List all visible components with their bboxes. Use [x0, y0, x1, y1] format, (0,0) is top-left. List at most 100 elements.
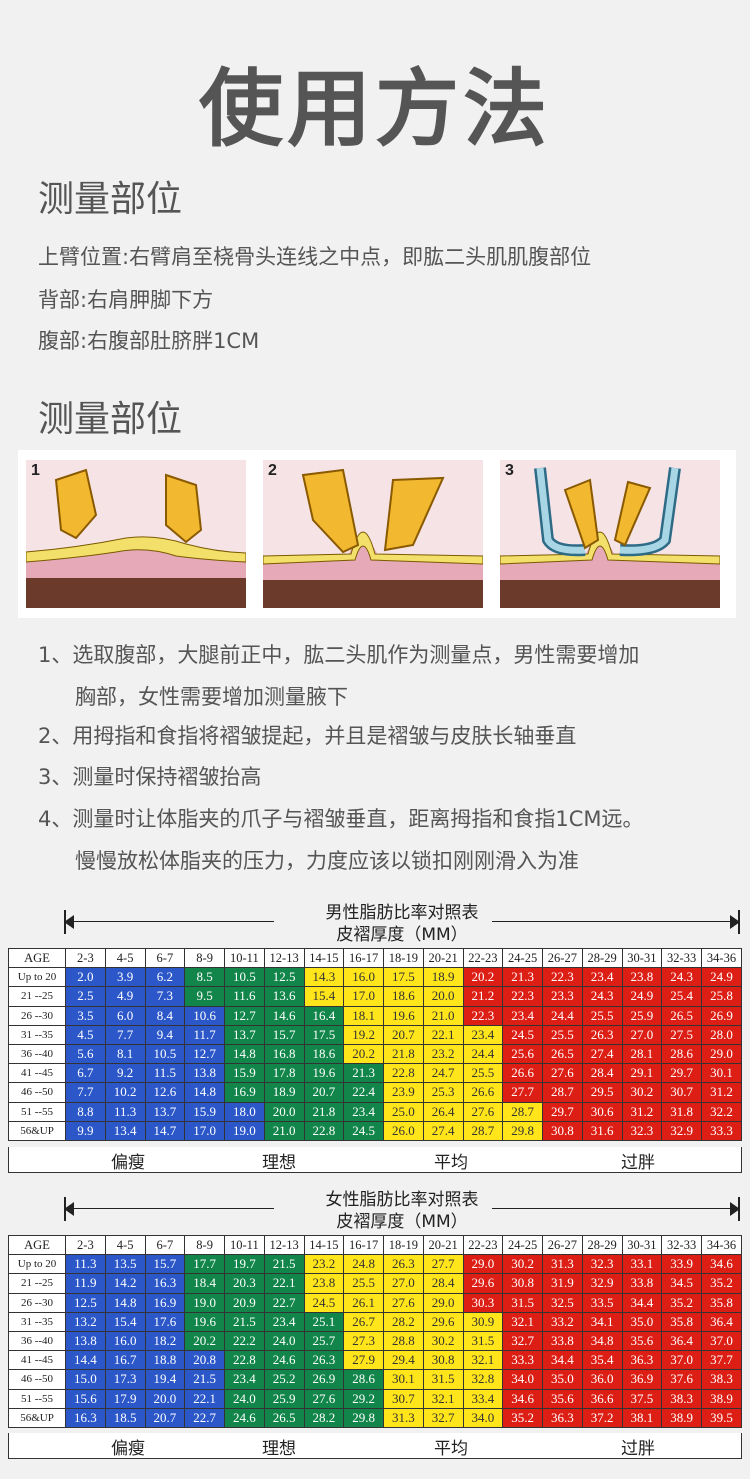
- body-fat-cell: 8.5: [184, 967, 225, 988]
- body-fat-cell: 12.6: [144, 1082, 186, 1103]
- body-fat-cell: 28.8: [383, 1330, 424, 1352]
- body-fat-cell: 32.1: [502, 1311, 543, 1332]
- body-fat-cell: 24.0: [263, 1330, 305, 1352]
- body-fat-cell: 33.3: [502, 1350, 543, 1371]
- body-fat-cell: 27.0: [621, 1024, 663, 1045]
- body-fat-cell: 34.4: [542, 1350, 583, 1371]
- table-row: 46 --50 7.7 10.2 12.6 14.8 16.9 18.9 20.7 22.4 23…: [8, 1082, 742, 1103]
- step-number-label: 2: [268, 462, 277, 479]
- body-fat-cell: 7.3: [144, 986, 186, 1007]
- male-header-row: AGE 2-3 4-5 6-7 8-9 10-11 12-13 14-15 16-17 18-19…: [8, 947, 742, 969]
- body-fat-cell: 30.8: [502, 1273, 543, 1294]
- category-label: 偏瘦: [111, 1153, 145, 1173]
- body-fat-cell: 11.3: [65, 1254, 106, 1275]
- body-fat-cell: 26.5: [542, 1043, 583, 1065]
- body-fat-cell: 16.3: [144, 1273, 186, 1294]
- body-fat-cell: 5.6: [65, 1043, 106, 1065]
- body-fat-cell: 21.5: [224, 1311, 265, 1332]
- skinfold-column-header: 34-36: [701, 947, 742, 969]
- body-fat-cell: 32.3: [581, 1254, 623, 1275]
- age-range-cell: 36 --40: [8, 1330, 66, 1352]
- body-fat-cell: 36.0: [581, 1369, 623, 1390]
- body-fat-cell: 37.0: [661, 1350, 702, 1371]
- body-fat-cell: 22.1: [184, 1388, 225, 1409]
- body-fat-cell: 33.8: [621, 1273, 663, 1294]
- body-fat-cell: 26.0: [383, 1120, 424, 1141]
- body-fat-cell: 25.3: [422, 1082, 464, 1103]
- body-fat-cell: 22.4: [343, 1082, 384, 1103]
- body-fat-cell: 36.6: [581, 1388, 623, 1409]
- skinfold-column-header: 4-5: [104, 1234, 146, 1256]
- body-fat-cell: 34.6: [502, 1388, 543, 1409]
- body-fat-cell: 3.9: [104, 967, 146, 988]
- body-fat-cell: 13.2: [65, 1311, 106, 1332]
- category-label: 过胖: [621, 1439, 655, 1459]
- table-row: 51 --55 8.8 11.3 13.7 15.9 18.0 20.0 21.8 23.4 25…: [8, 1101, 742, 1122]
- body-fat-cell: 33.2: [542, 1311, 583, 1332]
- body-fat-cell: 35.8: [701, 1292, 742, 1313]
- age-range-cell: 31 --35: [8, 1311, 66, 1332]
- step-1-line-1: 1、选取腹部，大腿前正中，肱二头肌作为测量点，男性需要增加: [38, 643, 640, 667]
- body-fat-cell: 16.4: [303, 1005, 345, 1026]
- skinfold-column-header: 30-31: [621, 947, 663, 969]
- body-fat-cell: 33.5: [581, 1292, 623, 1313]
- body-fat-cell: 23.8: [303, 1273, 345, 1294]
- body-fat-cell: 30.6: [581, 1101, 623, 1122]
- body-fat-cell: 39.5: [701, 1407, 742, 1428]
- step-number-label: 1: [31, 462, 40, 479]
- age-range-cell: 46 --50: [8, 1369, 66, 1390]
- skinfold-column-header: 8-9: [184, 1234, 225, 1256]
- body-fat-cell: 20.0: [263, 1101, 305, 1122]
- body-fat-cell: 30.8: [422, 1350, 464, 1371]
- body-fat-cell: 24.7: [422, 1063, 464, 1084]
- category-label: 理想: [262, 1439, 296, 1459]
- age-range-cell: 21 --25: [8, 986, 66, 1007]
- body-fat-cell: 20.7: [383, 1024, 424, 1045]
- body-fat-cell: 20.9: [224, 1292, 265, 1313]
- body-fat-cell: 10.5: [224, 967, 265, 988]
- body-fat-cell: 26.5: [263, 1407, 305, 1428]
- section-heading-measure-method: 测量部位: [38, 399, 183, 440]
- body-fat-cell: 32.9: [661, 1120, 702, 1141]
- body-fat-cell: 14.8: [184, 1082, 225, 1103]
- female-table-subtitle: 皮褶厚度（MM）: [336, 1212, 468, 1232]
- skinfold-column-header: 16-17: [343, 947, 384, 969]
- body-fat-cell: 37.5: [621, 1388, 663, 1409]
- body-fat-cell: 22.8: [224, 1350, 265, 1371]
- body-fat-cell: 16.9: [224, 1082, 265, 1103]
- body-fat-cell: 31.5: [502, 1292, 543, 1313]
- body-fat-cell: 12.7: [224, 1005, 265, 1026]
- skinfold-column-header: 26-27: [542, 1234, 583, 1256]
- body-fat-cell: 13.4: [104, 1120, 146, 1141]
- body-fat-cell: 17.9: [104, 1388, 146, 1409]
- body-fat-cell: 32.1: [462, 1350, 504, 1371]
- body-fat-cell: 15.7: [263, 1024, 305, 1045]
- body-fat-cell: 24.5: [343, 1120, 384, 1141]
- body-fat-cell: 6.2: [144, 967, 186, 988]
- age-range-cell: 56&UP: [8, 1407, 66, 1428]
- body-fat-cell: 24.6: [224, 1407, 265, 1428]
- female-category-labels: 偏瘦 理想 平均 过胖: [8, 1433, 742, 1459]
- body-fat-cell: 17.8: [263, 1063, 305, 1084]
- body-fat-cell: 32.5: [542, 1292, 583, 1313]
- body-fat-cell: 27.0: [383, 1273, 424, 1294]
- skinfold-column-header: 28-29: [581, 947, 623, 969]
- body-fat-cell: 32.2: [701, 1101, 742, 1122]
- body-fat-cell: 26.3: [581, 1024, 623, 1045]
- body-fat-cell: 37.0: [701, 1330, 742, 1352]
- body-fat-cell: 24.3: [661, 967, 702, 988]
- body-fat-cell: 25.9: [263, 1388, 305, 1409]
- category-label: 偏瘦: [111, 1439, 145, 1459]
- body-fat-cell: 22.3: [462, 1005, 504, 1026]
- skinfold-column-header: 32-33: [661, 1234, 702, 1256]
- body-fat-cell: 26.3: [383, 1254, 424, 1275]
- skinfold-column-header: 10-11: [224, 947, 265, 969]
- body-fat-cell: 37.6: [661, 1369, 702, 1390]
- table-row: 31 --35 4.5 7.7 9.4 11.7 13.7 15.7 17.5 19.2 20.7…: [8, 1024, 742, 1045]
- skinfold-column-header: 16-17: [343, 1234, 384, 1256]
- age-range-cell: 26 --30: [8, 1005, 66, 1026]
- body-fat-cell: 18.2: [144, 1330, 186, 1352]
- body-fat-cell: 18.9: [263, 1082, 305, 1103]
- body-fat-cell: 22.2: [224, 1330, 265, 1352]
- body-fat-cell: 20.0: [144, 1388, 186, 1409]
